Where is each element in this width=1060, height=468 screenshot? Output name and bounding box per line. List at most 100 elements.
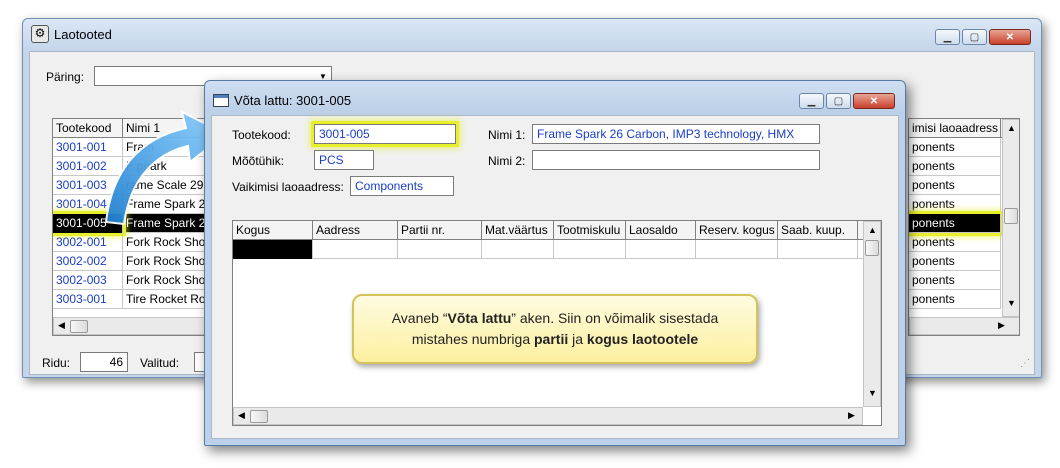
address-cell[interactable] [313,240,398,259]
column-header-stock-balance[interactable]: Laosaldo [626,221,696,240]
scroll-left-icon[interactable]: ◀ [238,410,245,421]
column-header-default-address[interactable]: imisi laoaadress [909,119,1001,138]
column-header-address[interactable]: Aadress [313,221,398,240]
table-row[interactable]: 3002-003 Fork Rock Sho [53,271,211,290]
reserved-quantity-cell[interactable] [696,240,778,259]
scroll-down-icon[interactable]: ▼ [1007,298,1016,308]
callout-line-1: Avaneb “Võta lattu” aken. Siin on võimal… [354,308,756,329]
address-cell: ponents [909,138,1001,157]
scroll-up-icon[interactable]: ▲ [1007,123,1016,133]
app-icon: ⚙ [31,25,49,43]
table-row[interactable]: ponents [909,271,1001,290]
scrollbar-thumb[interactable] [865,240,879,256]
table-row[interactable]: ponents [909,290,1001,309]
minimize-icon[interactable]: ▁ [799,93,824,109]
dialog-titlebar: Võta lattu: 3001-005 [213,93,351,108]
table-row[interactable]: 3003-001 Tire Rocket Ro [53,290,211,309]
column-header-lot-number[interactable]: Partii nr. [398,221,482,240]
scroll-right-icon[interactable]: ▶ [848,410,855,421]
scroll-left-icon[interactable]: ◀ [58,320,65,331]
vertical-scrollbar[interactable]: ▲ ▼ [1002,119,1019,317]
address-cell: ponents [909,252,1001,271]
product-code[interactable]: 3002-003 [53,271,123,290]
unit-field[interactable]: PCS [314,150,374,170]
table-row[interactable]: ponents [909,157,1001,176]
dialog-icon [213,94,229,107]
callout-text: ja [568,331,587,347]
quantity-cell[interactable] [233,240,313,259]
address-cell: ponents [909,290,1001,309]
production-cost-cell[interactable] [554,240,626,259]
close-icon[interactable]: ✕ [989,29,1031,45]
table-row-selected[interactable]: ponents [909,214,1001,233]
product-code[interactable]: 3003-001 [53,290,123,309]
table-row[interactable]: ponents [909,176,1001,195]
table-row[interactable]: ponents [909,233,1001,252]
stock-balance-cell[interactable] [626,240,696,259]
callout-text: mistahes numbriga [411,331,534,347]
rows-count: 46 [80,352,128,372]
scrollbar-thumb[interactable] [70,320,88,333]
callout-emphasis: kogus laotootele [586,331,699,347]
column-header-quantity[interactable]: Kogus [233,221,313,240]
product-code[interactable]: 3002-002 [53,252,123,271]
product-name: Fork Rock Sho [126,273,206,287]
product-code-label: Tootekood: [232,128,291,142]
vertical-scrollbar[interactable]: ▲ ▼ [863,221,881,407]
dialog-title: Võta lattu: 3001-005 [234,93,352,108]
address-cell: ponents [909,214,1001,233]
product-name: Tire Rocket Ro [126,292,206,306]
default-address-field[interactable]: Components [350,176,454,196]
table-row[interactable]: ponents [909,252,1001,271]
name1-label: Nimi 1: [488,128,526,142]
address-grid[interactable]: imisi laoaadress ponents ponents ponents… [908,118,1020,336]
column-header-production-cost[interactable]: Tootmiskulu [554,221,626,240]
product-name: Fork Rock Sho [126,254,206,268]
horizontal-scrollbar[interactable]: ▶ [909,317,1019,335]
product-code-field[interactable]: 3001-005 [314,124,456,144]
scrollbar-thumb[interactable] [1004,208,1018,224]
dialog-client-area: Tootekood: 3001-005 Mõõtühik: PCS Vaikim… [211,115,899,439]
name2-label: Nimi 2: [488,154,526,168]
table-row[interactable]: 3002-002 Fork Rock Sho [53,252,211,271]
instruction-callout: Avaneb “Võta lattu” aken. Siin on võimal… [352,294,758,364]
selected-label: Valitud: [140,356,180,370]
scroll-down-icon[interactable]: ▼ [868,388,877,398]
lot-grid-header: Kogus Aadress Partii nr. Mat.väärtus Too… [233,221,863,240]
rows-label: Ridu: [42,356,71,370]
main-window-controls: ▁ ▢ ✕ [935,29,1031,45]
lot-number-cell[interactable] [398,240,482,259]
maximize-icon[interactable]: ▢ [962,29,987,45]
column-header-arrival-date[interactable]: Saab. kuup. [778,221,858,240]
table-row[interactable]: ponents [909,195,1001,214]
callout-text: ” aken. Siin on võimalik sisestada [511,310,719,326]
scrollbar-thumb[interactable] [250,410,268,423]
resize-grip-icon[interactable]: ⋰ [1020,358,1030,369]
address-cell: ponents [909,157,1001,176]
close-icon[interactable]: ✕ [853,93,895,109]
callout-emphasis: partii [534,331,569,347]
material-value-cell[interactable] [482,240,554,259]
receive-dialog: Võta lattu: 3001-005 ▁ ▢ ✕ Tootekood: 30… [204,80,906,446]
maximize-icon[interactable]: ▢ [826,93,851,109]
column-header-material-value[interactable]: Mat.väärtus [482,221,554,240]
name1-field[interactable]: Frame Spark 26 Carbon, IMP3 technology, … [532,124,820,144]
callout-emphasis: Võta lattu [447,310,512,326]
main-window-title: Laotooted [54,26,112,42]
scroll-right-icon[interactable]: ▶ [998,320,1005,331]
address-cell: ponents [909,233,1001,252]
scroll-up-icon[interactable]: ▲ [868,225,877,235]
minimize-icon[interactable]: ▁ [935,29,960,45]
address-cell: ponents [909,271,1001,290]
horizontal-scrollbar[interactable]: ◀ ▶ [233,407,863,425]
table-row[interactable] [233,240,863,259]
dialog-controls: ▁ ▢ ✕ [799,93,895,109]
address-cell: ponents [909,195,1001,214]
table-row[interactable]: ponents [909,138,1001,157]
horizontal-scrollbar[interactable]: ◀ [53,317,211,335]
callout-line-2: mistahes numbriga partii ja kogus laotoo… [354,329,756,350]
callout-text: Avaneb “ [391,310,448,326]
name2-field[interactable] [532,150,820,170]
arrival-date-cell[interactable] [778,240,858,259]
column-header-reserved-quantity[interactable]: Reserv. kogus [696,221,778,240]
